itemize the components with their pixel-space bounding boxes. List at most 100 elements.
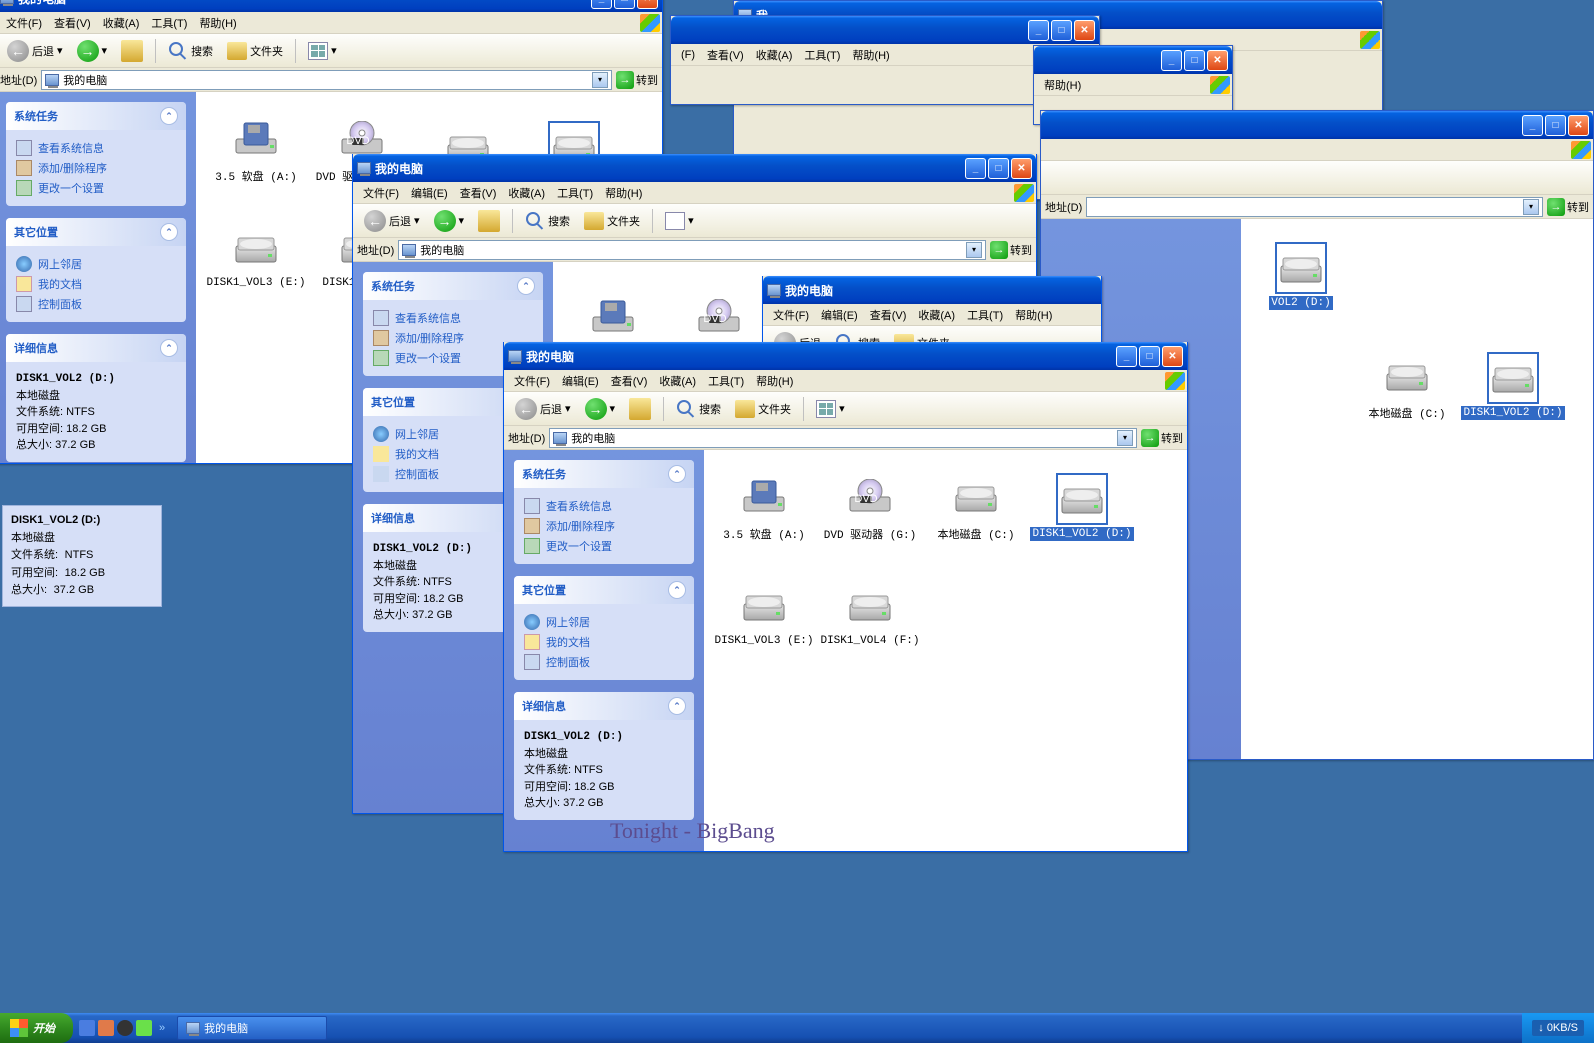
view-system-info-link[interactable]: 查看系统信息 <box>16 138 176 158</box>
search-button[interactable]: 搜索 <box>671 396 726 422</box>
sidebar: 系统任务⌃ 查看系统信息 添加/删除程序 更改一个设置 其它位置⌃ 网上邻居 我… <box>0 92 196 463</box>
address-field[interactable]: 我的电脑▾ <box>41 70 612 90</box>
search-button[interactable]: 搜索 <box>163 38 218 64</box>
drive-label: 3.5 软盘 (A:) <box>213 167 298 185</box>
detail-total: 37.2 GB <box>563 797 603 809</box>
drive-label: DISK1_VOL3 (E:) <box>712 634 815 648</box>
my-documents-link[interactable]: 我的文档 <box>524 632 684 652</box>
toolbar: ←后退 ▾ →▾ 搜索 文件夹 ▾ <box>504 392 1187 426</box>
menu-fav[interactable]: 收藏(A) <box>653 371 702 391</box>
drive-local-c[interactable]: 本地磁盘 (C:) <box>926 460 1026 555</box>
icons-area[interactable]: 3.5 软盘 (A:) DVD 驱动器 (G:) 本地磁盘 (C:) DISK1… <box>704 450 1187 851</box>
ql-icon[interactable] <box>136 1020 152 1036</box>
menu-help[interactable]: 帮助(H) <box>750 371 799 391</box>
view-system-info-link[interactable]: 查看系统信息 <box>524 496 684 516</box>
menu-view[interactable]: 查看(V) <box>605 371 654 391</box>
search-icon <box>676 399 696 419</box>
menu-fav[interactable]: 收藏(A) <box>97 13 146 33</box>
drive-dvd-g[interactable]: DVD 驱动器 (G:) <box>820 460 920 555</box>
go-button[interactable]: →转到 <box>616 71 658 89</box>
go-button[interactable]: →转到 <box>1141 429 1183 447</box>
minimize-button[interactable]: _ <box>591 0 612 9</box>
go-arrow-icon: → <box>1141 429 1159 447</box>
close-button[interactable]: ✕ <box>1162 346 1183 367</box>
details-body: DISK1_VOL2 (D:) 本地磁盘 文件系统: NTFS 可用空间: 18… <box>514 720 694 820</box>
ql-icon[interactable] <box>79 1020 95 1036</box>
system-tasks-panel: 系统任务⌃ 查看系统信息 添加/删除程序 更改一个设置 <box>6 102 186 206</box>
back-button[interactable]: ←后退 ▾ <box>359 207 425 235</box>
maximize-button[interactable]: □ <box>1139 346 1160 367</box>
folder-icon <box>735 400 755 418</box>
titlebar[interactable]: 我的电脑_□✕ <box>504 342 1187 370</box>
maximize-button[interactable]: □ <box>614 0 635 9</box>
hdd-icon <box>1058 475 1106 523</box>
menu-file[interactable]: 文件(F) <box>508 371 556 391</box>
up-button[interactable] <box>116 37 148 65</box>
drive-label: DVD 驱动器 (G:) <box>822 525 918 543</box>
maximize-button[interactable]: □ <box>988 158 1009 179</box>
network-places-link[interactable]: 网上邻居 <box>524 612 684 632</box>
menu-help[interactable]: 帮助(H) <box>193 13 242 33</box>
control-panel-link[interactable]: 控制面板 <box>524 652 684 672</box>
windows-flag-icon <box>10 1019 28 1037</box>
folders-button[interactable]: 文件夹 <box>730 397 796 421</box>
my-documents-link[interactable]: 我的文档 <box>16 274 176 294</box>
add-remove-programs-link[interactable]: 添加/删除程序 <box>524 516 684 536</box>
other-places-header[interactable]: 其它位置⌃ <box>514 576 694 604</box>
address-field[interactable]: 我的电脑 ▾ <box>549 428 1137 448</box>
menu-file[interactable]: 文件(F) <box>0 13 48 33</box>
details-header[interactable]: 详细信息⌃ <box>514 692 694 720</box>
back-button[interactable]: ←后退 ▾ <box>2 37 68 65</box>
titlebar[interactable]: 我的电脑_□✕ <box>0 0 662 12</box>
taskbar-item[interactable]: 我的电脑 <box>177 1016 327 1040</box>
search-button[interactable]: 搜索 <box>520 208 575 234</box>
views-button[interactable]: ▾ <box>660 209 699 233</box>
menu-tools[interactable]: 工具(T) <box>702 371 750 391</box>
dropdown-icon[interactable]: ▾ <box>1117 430 1133 446</box>
system-tasks-header[interactable]: 系统任务⌃ <box>6 102 186 130</box>
up-icon <box>629 398 651 420</box>
forward-button[interactable]: →▾ <box>72 37 113 65</box>
menu-edit[interactable]: 编辑(E) <box>556 371 605 391</box>
drive-label: 3.5 软盘 (A:) <box>721 525 806 543</box>
folders-button[interactable]: 文件夹 <box>222 39 288 63</box>
views-button[interactable]: ▾ <box>811 397 850 421</box>
drive-vol4-f[interactable]: DISK1_VOL4 (F:) <box>820 567 920 662</box>
drive-floppy-a[interactable]: 3.5 软盘 (A:) <box>714 460 814 555</box>
details-header[interactable]: 详细信息⌃ <box>6 334 186 362</box>
ql-icon[interactable] <box>98 1020 114 1036</box>
network-places-link[interactable]: 网上邻居 <box>16 254 176 274</box>
menu-tools[interactable]: 工具(T) <box>145 13 193 33</box>
start-button[interactable]: 开始 <box>0 1013 73 1043</box>
forward-button[interactable]: →▾ <box>580 395 621 423</box>
minimize-button[interactable]: _ <box>1116 346 1137 367</box>
minimize-button[interactable]: _ <box>965 158 986 179</box>
address-dropdown[interactable]: ▾ <box>592 72 608 88</box>
drive-floppy[interactable]: 3.5 软盘 (A:) <box>206 102 306 197</box>
add-remove-programs-link[interactable]: 添加/删除程序 <box>16 158 176 178</box>
forward-button[interactable]: →▾ <box>429 207 470 235</box>
drive-e[interactable]: DISK1_VOL3 (E:) <box>206 209 306 304</box>
system-tray[interactable]: ↓ 0KB/S <box>1522 1013 1594 1043</box>
other-places-header[interactable]: 其它位置⌃ <box>6 218 186 246</box>
up-button[interactable] <box>473 207 505 235</box>
up-button[interactable] <box>624 395 656 423</box>
change-setting-link[interactable]: 更改一个设置 <box>524 536 684 556</box>
control-panel-link[interactable]: 控制面板 <box>16 294 176 314</box>
back-button[interactable]: ←后退 ▾ <box>510 395 576 423</box>
menu-view[interactable]: 查看(V) <box>48 13 97 33</box>
system-tasks-header[interactable]: 系统任务⌃ <box>514 460 694 488</box>
explorer-window-front[interactable]: 我的电脑_□✕ 文件(F) 编辑(E) 查看(V) 收藏(A) 工具(T) 帮助… <box>503 342 1188 852</box>
folders-button[interactable]: 文件夹 <box>579 209 645 233</box>
close-button[interactable]: ✕ <box>637 0 658 9</box>
views-button[interactable]: ▾ <box>303 39 342 63</box>
drive-label: 本地磁盘 (C:) <box>935 525 1016 543</box>
change-setting-link[interactable]: 更改一个设置 <box>16 178 176 198</box>
close-button[interactable]: ✕ <box>1011 158 1032 179</box>
computer-icon <box>553 432 567 444</box>
ql-icon[interactable] <box>117 1020 133 1036</box>
drive-vol2-d[interactable]: DISK1_VOL2 (D:) <box>1032 460 1132 555</box>
drive-vol3-e[interactable]: DISK1_VOL3 (E:) <box>714 567 814 662</box>
address-bar: 地址(D) 我的电脑▾ →转到 <box>0 68 662 92</box>
address-value: 我的电脑 <box>571 430 615 446</box>
